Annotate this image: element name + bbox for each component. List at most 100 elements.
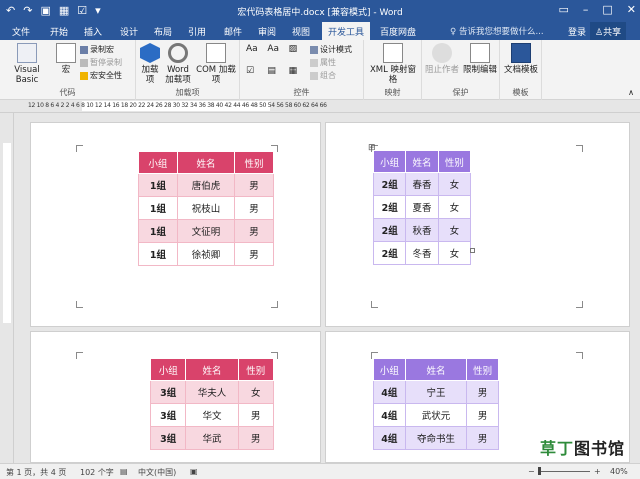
table-cell[interactable]: 武状元 xyxy=(404,403,468,427)
table-cell[interactable]: 华夫人 xyxy=(185,380,239,404)
restrict-editing-button[interactable]: 限制编辑 xyxy=(462,43,498,75)
table-cell[interactable]: 冬香 xyxy=(405,241,439,265)
word-count[interactable]: 102 个字 xyxy=(80,467,114,478)
group-button[interactable]: 组合 xyxy=(310,70,336,81)
table-cell[interactable]: 1组 xyxy=(138,196,178,220)
table-cell[interactable]: 徐祯卿 xyxy=(176,242,236,266)
tab-review[interactable]: 审阅 xyxy=(258,25,276,38)
table-cell[interactable]: 1组 xyxy=(138,242,178,266)
tab-insert[interactable]: 插入 xyxy=(84,25,102,38)
combo-box-icon[interactable]: ▤ xyxy=(267,66,284,84)
table-cell[interactable]: 2组 xyxy=(372,218,407,242)
vertical-scrollbar[interactable] xyxy=(630,113,640,463)
tab-layout[interactable]: 布局 xyxy=(154,25,172,38)
zoom-in-icon[interactable]: + xyxy=(594,467,601,476)
table-cell[interactable]: 4组 xyxy=(373,426,406,450)
table-cell[interactable]: 夺命书生 xyxy=(404,426,468,450)
tab-file[interactable]: 文件 xyxy=(12,25,30,38)
table-cell[interactable]: 华武 xyxy=(185,426,239,450)
table-cell[interactable]: 女 xyxy=(437,218,472,242)
macro-security-button[interactable]: 宏安全性 xyxy=(80,70,122,81)
page-count[interactable]: 第 1 页，共 4 页 xyxy=(6,467,66,478)
tab-developer[interactable]: 开发工具 xyxy=(322,22,371,40)
maximize-icon[interactable]: □ xyxy=(602,3,612,16)
table-cell[interactable]: 男 xyxy=(466,403,499,427)
document-template-button[interactable]: 文档模板 xyxy=(502,43,540,75)
horizontal-ruler[interactable]: 12 10 8 6 4 2 2 4 6 8 10 12 14 16 18 20 … xyxy=(0,100,640,113)
table-cell[interactable]: 1组 xyxy=(138,173,178,197)
zoom-level[interactable]: 40% xyxy=(610,467,628,476)
word-addins-button[interactable]: Word 加载项 xyxy=(164,43,192,85)
design-mode-button[interactable]: 设计模式 xyxy=(310,44,352,55)
table-cell[interactable]: 2组 xyxy=(372,195,407,219)
minimize-icon[interactable]: – xyxy=(583,3,589,16)
table-cell[interactable]: 女 xyxy=(437,195,472,219)
zoom-slider-thumb[interactable] xyxy=(538,467,541,475)
tab-design[interactable]: 设计 xyxy=(120,25,138,38)
table-cell[interactable]: 秋香 xyxy=(405,218,439,242)
ribbon-display-icon[interactable]: ▭ xyxy=(558,3,568,16)
macro-record-icon[interactable]: ▣ xyxy=(190,467,198,476)
collapse-ribbon-icon[interactable]: ∧ xyxy=(628,88,634,97)
table-cell[interactable]: 男 xyxy=(234,242,274,266)
close-icon[interactable]: ✕ xyxy=(627,3,636,16)
table-cell[interactable]: 3组 xyxy=(149,426,187,450)
table-group-3[interactable]: 小组 姓名 性别 3组 华夫人女 3组 华文男 3组 华武男 xyxy=(149,358,275,450)
table-cell[interactable]: 夏香 xyxy=(405,195,439,219)
proofing-icon[interactable]: ▤ xyxy=(120,467,128,476)
tab-mailings[interactable]: 邮件 xyxy=(224,25,242,38)
table-cell[interactable]: 男 xyxy=(234,196,274,220)
table-cell[interactable]: 男 xyxy=(234,219,274,243)
table-cell[interactable]: 1组 xyxy=(138,219,178,243)
table-group-1[interactable]: 小组 姓名 性别 1组 唐伯虎男 1组 祝枝山男 1组 文征明男 1组 徐祯卿男 xyxy=(138,151,274,266)
table-cell[interactable]: 女 xyxy=(437,172,472,196)
table-cell[interactable]: 男 xyxy=(466,426,499,450)
table-cell[interactable]: 4组 xyxy=(373,403,406,427)
table-cell[interactable]: 女 xyxy=(237,380,275,404)
macros-button[interactable]: 宏 xyxy=(54,43,78,75)
table-cell[interactable]: 3组 xyxy=(149,380,187,404)
table-cell[interactable]: 男 xyxy=(237,403,275,427)
com-addins-button[interactable]: COM 加载项 xyxy=(194,43,238,85)
table-cell[interactable]: 唐伯虎 xyxy=(176,173,236,197)
table-cell[interactable]: 3组 xyxy=(149,403,187,427)
share-button[interactable]: ♙共享 xyxy=(590,22,627,40)
vertical-ruler[interactable] xyxy=(0,113,14,463)
table-group-4[interactable]: 小组 姓名 性别 4组 宁王男 4组 武状元男 4组 夺命书生男 xyxy=(373,358,499,450)
checkbox-control-icon[interactable]: ☑ xyxy=(246,66,263,84)
table-cell[interactable]: 4组 xyxy=(373,380,406,404)
zoom-out-icon[interactable]: − xyxy=(528,467,535,476)
table-cell[interactable]: 祝枝山 xyxy=(176,196,236,220)
block-authors-button[interactable]: 阻止作者 xyxy=(424,43,460,75)
table-resize-handle[interactable] xyxy=(470,248,475,253)
plain-text-icon[interactable]: Aa xyxy=(267,44,284,62)
pause-recording-button[interactable]: 暂停录制 xyxy=(80,57,122,68)
table-cell[interactable]: 男 xyxy=(234,173,274,197)
record-macro-button[interactable]: 录制宏 xyxy=(80,44,114,55)
table-cell[interactable]: 2组 xyxy=(372,241,407,265)
text-control-icon[interactable]: Aa xyxy=(246,44,263,62)
table-cell[interactable]: 2组 xyxy=(372,172,407,196)
tell-me-box[interactable]: ♀ 告诉我您想要做什么... xyxy=(450,25,544,37)
table-cell[interactable]: 男 xyxy=(237,426,275,450)
table-cell[interactable]: 春香 xyxy=(405,172,439,196)
picture-control-icon[interactable]: ▨ xyxy=(289,44,306,62)
table-cell[interactable]: 男 xyxy=(466,380,499,404)
visual-basic-button[interactable]: Visual Basic xyxy=(2,43,52,85)
properties-button[interactable]: 属性 xyxy=(310,57,336,68)
addins-button[interactable]: 加载项 xyxy=(138,43,162,85)
tab-baidu-netdisk[interactable]: 百度网盘 xyxy=(380,25,416,38)
table-group-2[interactable]: 小组 姓名 性别 2组 春香女 2组 夏香女 2组 秋香女 2组 冬香女 xyxy=(372,150,472,265)
tab-references[interactable]: 引用 xyxy=(188,25,206,38)
login-link[interactable]: 登录 xyxy=(568,25,586,38)
tab-view[interactable]: 视图 xyxy=(292,25,310,38)
zoom-slider[interactable] xyxy=(540,471,590,472)
language-indicator[interactable]: 中文(中国) xyxy=(138,467,176,478)
xml-mapping-pane-button[interactable]: XML 映射窗格 xyxy=(366,43,420,85)
table-cell[interactable]: 华文 xyxy=(185,403,239,427)
tab-home[interactable]: 开始 xyxy=(50,25,68,38)
table-cell[interactable]: 女 xyxy=(437,241,472,265)
date-picker-icon[interactable]: ▦ xyxy=(289,66,306,84)
table-cell[interactable]: 宁王 xyxy=(404,380,468,404)
table-cell[interactable]: 文征明 xyxy=(176,219,236,243)
